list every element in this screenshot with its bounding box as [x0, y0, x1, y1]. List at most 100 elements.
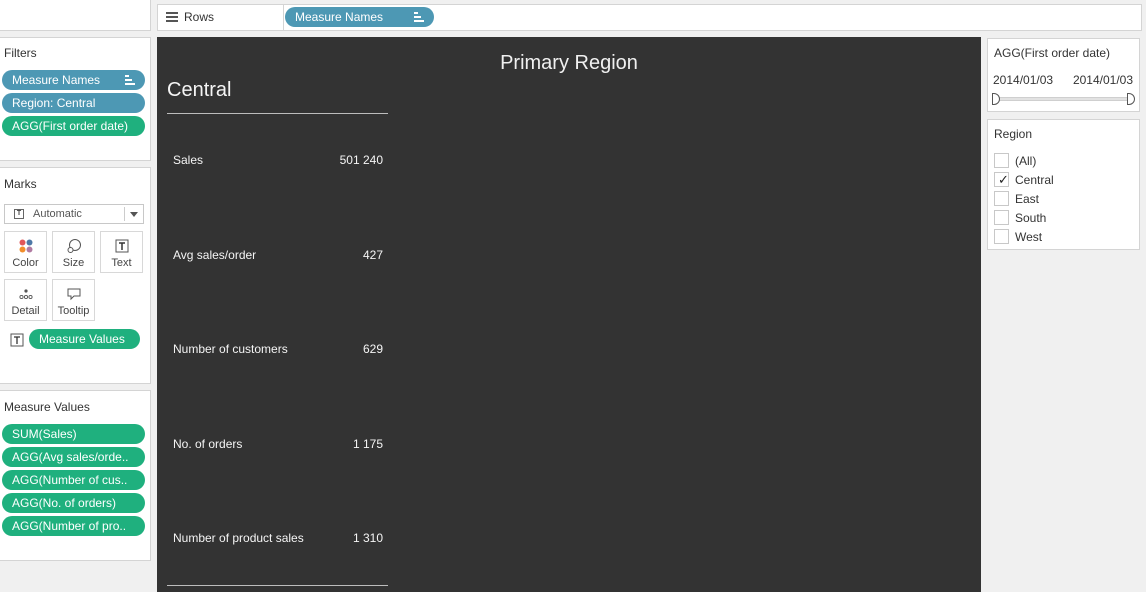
tooltip-speech-icon — [67, 288, 80, 301]
filters-title: Filters — [4, 46, 37, 60]
metric-value: 427 — [362, 248, 383, 262]
metric-value: 1 175 — [352, 437, 383, 451]
region-option-label: Central — [1015, 173, 1054, 187]
region-header: Central — [167, 79, 232, 101]
region-filter-card: Region (All) ✓ Central East South West — [987, 119, 1140, 250]
measure-value-pill-label: AGG(No. of orders) — [12, 496, 117, 510]
measure-value-pill-products[interactable]: AGG(Number of pro.. — [2, 516, 145, 536]
sort-descending-icon — [125, 75, 135, 85]
metric-label: Sales — [173, 153, 204, 167]
measure-value-pill-label: SUM(Sales) — [12, 427, 77, 441]
measure-value-pill-sales[interactable]: SUM(Sales) — [2, 424, 145, 444]
measure-value-pill-label: AGG(Avg sales/orde.. — [12, 450, 129, 464]
region-option-label: West — [1015, 230, 1043, 244]
metric-label: Number of customers — [173, 342, 288, 356]
dropdown-separator — [124, 207, 125, 221]
date-range-slider[interactable] — [992, 93, 1135, 105]
check-icon: ✓ — [998, 172, 1009, 187]
region-option-south[interactable]: South — [988, 210, 1139, 229]
rows-shelf-label: Rows — [184, 10, 215, 24]
date-filter-title: AGG(First order date) — [994, 46, 1111, 60]
metric-row-avg-sales[interactable]: Avg sales/order 427 — [173, 248, 383, 264]
metric-label: Avg sales/order — [173, 248, 257, 262]
size-circles-icon — [67, 239, 81, 253]
region-option-east[interactable]: East — [988, 191, 1139, 210]
mark-type-label: Automatic — [33, 208, 82, 220]
top-left-blank-card — [0, 0, 151, 31]
region-filter-title: Region — [994, 127, 1033, 141]
color-dots-icon — [19, 239, 32, 253]
tooltip-button-label: Tooltip — [57, 305, 90, 317]
text-t-icon — [115, 239, 128, 253]
region-checkbox-south[interactable] — [994, 210, 1009, 225]
date-filter-start: 2014/01/03 — [993, 73, 1054, 87]
metric-label: No. of orders — [173, 437, 243, 451]
region-divider-bottom — [167, 585, 388, 586]
detail-dots-icon — [18, 289, 33, 300]
size-button[interactable]: Size — [52, 231, 95, 273]
metric-row-customers[interactable]: Number of customers 629 — [173, 342, 383, 358]
region-divider-top — [167, 113, 388, 114]
color-button[interactable]: Color — [4, 231, 47, 273]
filter-pill-measure-names[interactable]: Measure Names — [2, 70, 145, 90]
date-filter-card: AGG(First order date) 2014/01/03 2014/01… — [987, 38, 1140, 112]
filter-pill-label: AGG(First order date) — [12, 119, 129, 133]
region-option-all[interactable]: (All) — [988, 153, 1139, 172]
text-button-label: Text — [111, 257, 132, 269]
region-option-west[interactable]: West — [988, 229, 1139, 248]
measure-value-pill-customers[interactable]: AGG(Number of cus.. — [2, 470, 145, 490]
viz-canvas[interactable]: Primary Region Central Sales 501 240 Avg… — [157, 37, 981, 592]
rows-list-icon — [166, 12, 178, 22]
region-option-label: (All) — [1015, 154, 1037, 168]
measure-values-card: Measure Values SUM(Sales) AGG(Avg sales/… — [0, 390, 151, 561]
marks-pill-label: Measure Values — [39, 332, 125, 346]
filter-pill-label: Region: Central — [12, 96, 96, 110]
viz-title: Primary Region — [500, 52, 638, 74]
region-option-central[interactable]: ✓ Central — [988, 172, 1139, 191]
measure-value-pill-label: AGG(Number of pro.. — [12, 519, 127, 533]
region-checkbox-west[interactable] — [994, 229, 1009, 244]
metric-row-sales[interactable]: Sales 501 240 — [173, 153, 383, 169]
text-mark-icon: T — [14, 209, 24, 219]
metric-value: 501 240 — [339, 153, 383, 167]
filter-pill-region[interactable]: Region: Central — [2, 93, 145, 113]
date-filter-end: 2014/01/03 — [1072, 73, 1133, 87]
metric-value: 1 310 — [352, 531, 383, 545]
size-button-label: Size — [62, 257, 85, 269]
region-option-label: East — [1015, 192, 1040, 206]
chevron-down-icon — [130, 212, 138, 217]
region-checkbox-east[interactable] — [994, 191, 1009, 206]
sort-descending-icon — [414, 12, 424, 22]
slider-handle-right[interactable] — [1127, 93, 1135, 105]
detail-button-label: Detail — [11, 305, 40, 317]
text-encoding-icon — [10, 333, 24, 347]
marks-card: Marks T Automatic Color Size Text Detail… — [0, 167, 151, 384]
metric-row-products[interactable]: Number of product sales 1 310 — [173, 531, 383, 547]
tooltip-button[interactable]: Tooltip — [52, 279, 95, 321]
marks-pill-measure-values[interactable]: Measure Values — [29, 329, 140, 349]
color-button-label: Color — [12, 257, 39, 269]
region-checkbox-central[interactable]: ✓ — [994, 172, 1009, 187]
rows-shelf[interactable]: Rows Measure Names — [157, 4, 1142, 31]
slider-track — [996, 97, 1131, 101]
filter-pill-label: Measure Names — [12, 73, 101, 87]
region-option-label: South — [1015, 211, 1047, 225]
mark-type-dropdown[interactable]: T Automatic — [4, 204, 144, 224]
measure-value-pill-avg-sales[interactable]: AGG(Avg sales/orde.. — [2, 447, 145, 467]
filters-card: Filters Measure Names Region: Central AG… — [0, 37, 151, 161]
slider-handle-left[interactable] — [992, 93, 1000, 105]
metric-row-orders[interactable]: No. of orders 1 175 — [173, 437, 383, 453]
measure-values-title: Measure Values — [4, 400, 90, 414]
marks-title: Marks — [4, 177, 37, 191]
rows-pill-label: Measure Names — [295, 10, 384, 24]
filter-pill-first-order-date[interactable]: AGG(First order date) — [2, 116, 145, 136]
metric-label: Number of product sales — [173, 531, 304, 545]
rows-shelf-label-area: Rows — [158, 5, 284, 30]
rows-pill-measure-names[interactable]: Measure Names — [285, 7, 434, 27]
metric-value: 629 — [362, 342, 383, 356]
region-checkbox-all[interactable] — [994, 153, 1009, 168]
text-button[interactable]: Text — [100, 231, 143, 273]
detail-button[interactable]: Detail — [4, 279, 47, 321]
measure-value-pill-label: AGG(Number of cus.. — [12, 473, 128, 487]
measure-value-pill-orders[interactable]: AGG(No. of orders) — [2, 493, 145, 513]
